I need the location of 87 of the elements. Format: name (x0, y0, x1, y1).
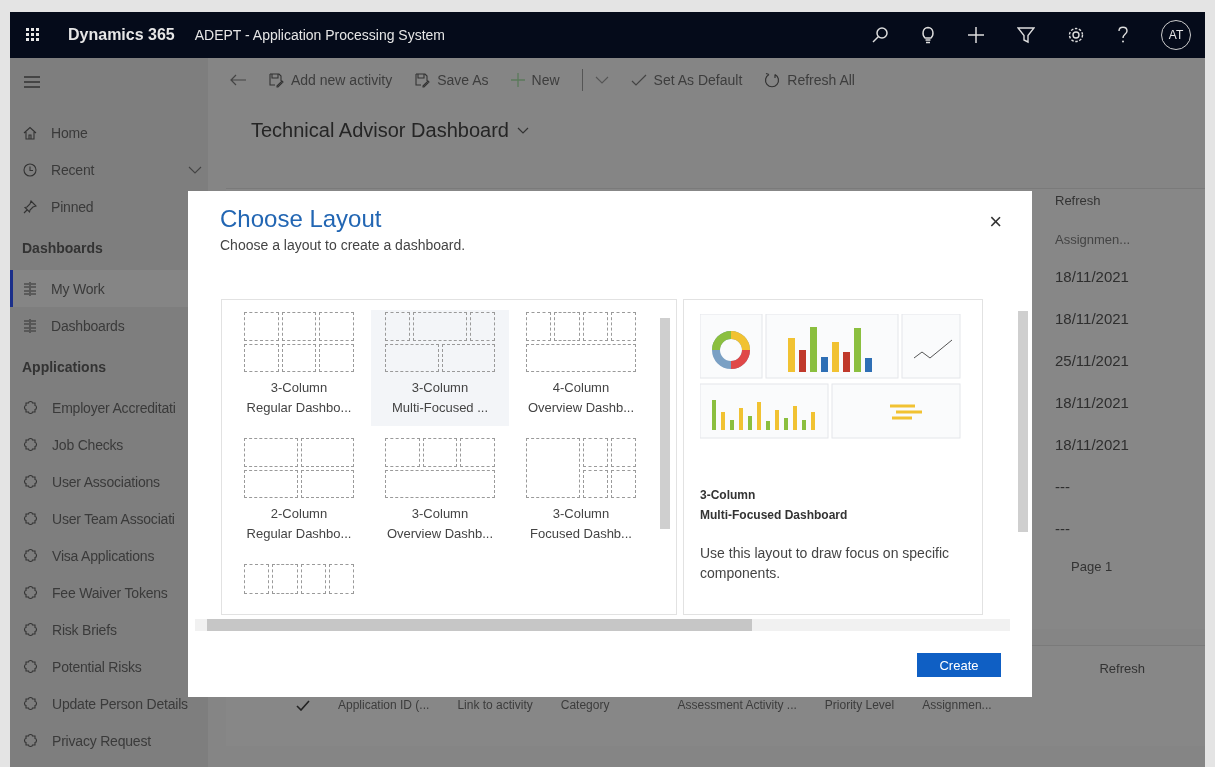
dialog-subtitle: Choose a layout to create a dashboard. (220, 237, 467, 253)
nav-item[interactable]: User Associations (10, 463, 208, 500)
plus-icon[interactable] (967, 26, 985, 44)
app-name: ADEPT - Application Processing System (194, 27, 446, 43)
nav-item[interactable]: Privacy Request (10, 722, 208, 759)
refresh-icon (764, 72, 781, 88)
layout-option[interactable]: 3-Column Overview Dashb... (371, 436, 509, 552)
toolbar-button[interactable]: Save As (414, 72, 489, 88)
plus-icon (510, 73, 525, 87)
dialog-title: Choose Layout (220, 205, 382, 233)
settings-icon[interactable] (1067, 26, 1085, 44)
chevron-down-icon[interactable] (188, 165, 202, 174)
checkmark-icon[interactable] (296, 699, 310, 711)
checkmark-icon (630, 74, 647, 86)
dashboard-icon (23, 318, 37, 333)
table-cell-text: 25/11/2021 (1055, 350, 1130, 371)
table-cell-text: 18/11/2021 (1055, 392, 1130, 413)
puzzle-icon (23, 622, 38, 637)
puzzle-icon (23, 511, 38, 526)
search-icon[interactable] (871, 26, 889, 44)
puzzle-icon (23, 548, 38, 563)
nav-item[interactable]: User Team Associati (10, 500, 208, 537)
nav-item[interactable]: Dashboards (10, 307, 208, 344)
clock-icon (23, 162, 37, 177)
nav-item[interactable]: Update Person Details (10, 685, 208, 722)
table-cell-text: 18/11/2021 (1055, 434, 1130, 455)
pin-icon (23, 199, 37, 214)
nav-item[interactable]: Job Checks (10, 426, 208, 463)
nav-item[interactable]: Home (10, 114, 208, 151)
layout-option[interactable]: 3-Column Regular Dashbo... (230, 310, 368, 426)
toolbar-button[interactable]: Refresh All (764, 72, 855, 88)
layout-option[interactable]: 3-Column Multi-Focused ... (371, 310, 509, 426)
table-cell-text: 18/11/2021 (1055, 266, 1130, 287)
page-indicator: Page 1 (1070, 559, 1114, 574)
nav-item[interactable]: Risk Briefs (10, 611, 208, 648)
layout-description: Use this layout to draw focus on specific components. (700, 544, 950, 583)
nav-item[interactable]: Potential Risks (10, 648, 208, 685)
save-icon (268, 72, 284, 88)
chevron-down-icon[interactable] (516, 126, 529, 134)
puzzle-icon (23, 400, 38, 415)
puzzle-icon (23, 437, 38, 452)
nav-item[interactable]: Employer Accreditati (10, 389, 208, 426)
save-icon (414, 72, 431, 88)
chevron-down-icon[interactable] (594, 76, 609, 84)
puzzle-icon (23, 733, 38, 748)
brand-name[interactable]: Dynamics 365 (68, 26, 175, 44)
nav-item[interactable]: Fee Waiver Tokens (10, 574, 208, 611)
column-header[interactable]: Link to activity (457, 698, 533, 712)
back-arrow-icon[interactable] (230, 74, 246, 86)
dashboard-icon (23, 281, 37, 296)
layout-name: 3-Column Multi-Focused Dashboard (700, 487, 849, 524)
app-launcher-icon[interactable] (26, 28, 40, 42)
table-cell-text: --- (1055, 476, 1071, 497)
home-icon (23, 125, 37, 140)
column-header[interactable]: Category (560, 698, 610, 712)
help-icon[interactable] (1117, 26, 1129, 44)
group-heading: Applications (21, 357, 107, 377)
lightbulb-icon[interactable] (921, 26, 935, 44)
toolbar-button[interactable]: Set As Default (630, 72, 743, 88)
nav-item[interactable]: Visa Applications (10, 537, 208, 574)
toolbar-button[interactable]: New (510, 72, 560, 88)
column-header[interactable]: Assessment Activity ... (677, 698, 797, 712)
puzzle-icon (23, 474, 38, 489)
create-button[interactable]: Create (917, 653, 1001, 677)
menu-icon[interactable] (24, 76, 40, 88)
nav-item[interactable]: Pinned (10, 188, 208, 225)
puzzle-icon (23, 659, 38, 674)
refresh-link[interactable]: Refresh (1055, 193, 1205, 208)
layout-option[interactable]: 4-Column Overview Dashb... (512, 310, 650, 426)
layout-option[interactable]: 2-Column Regular Dashbo... (230, 436, 368, 552)
table-cell-text: --- (1055, 518, 1071, 539)
horizontal-scrollbar[interactable] (195, 619, 1010, 631)
column-header[interactable]: Assignmen... (1055, 232, 1205, 247)
puzzle-icon (23, 696, 38, 711)
column-header[interactable]: Application ID (... (338, 698, 430, 712)
table-cell-text: 18/11/2021 (1055, 308, 1130, 329)
filter-icon[interactable] (1017, 26, 1035, 44)
dashboard-title[interactable]: Technical Advisor Dashboard (251, 118, 509, 142)
puzzle-icon (23, 585, 38, 600)
nav-item[interactable]: Recent (10, 151, 208, 188)
close-button[interactable]: × (989, 211, 1002, 233)
group-heading: Dashboards (21, 238, 104, 258)
column-header[interactable]: Assignmen... (922, 698, 992, 712)
refresh-link[interactable]: Refresh (1099, 660, 1145, 676)
column-header[interactable]: Priority Level (824, 698, 895, 712)
layout-option[interactable]: 3-Column Focused Dashb... (512, 436, 650, 552)
toolbar-button[interactable]: Add new activity (268, 72, 393, 88)
